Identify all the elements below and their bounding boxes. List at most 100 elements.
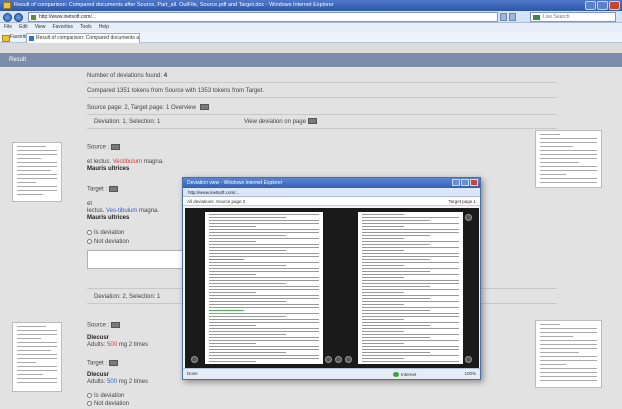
source-target-text: Source page: 2, Target page: 1 Overview	[87, 105, 196, 111]
popup-window-controls	[452, 179, 478, 186]
source-thumbnail[interactable]	[12, 142, 62, 202]
target-view-icon-2[interactable]	[109, 360, 119, 366]
address-field[interactable]: http://www.inetsoft.com/...	[28, 12, 498, 22]
view-deviation-label: View deviation on page	[244, 119, 306, 125]
zoom-out-icon[interactable]	[191, 356, 198, 363]
menu-edit[interactable]: Edit	[19, 23, 28, 32]
page-view-icon[interactable]	[307, 118, 317, 125]
popup-minimize-button[interactable]	[452, 179, 460, 186]
source-highlight: Vestibulum	[112, 159, 143, 165]
target-thumbnail[interactable]	[535, 130, 602, 188]
is-deviation-radio[interactable]	[87, 230, 92, 235]
source-label: Source :	[87, 144, 110, 151]
source-label-row-2: Source :	[87, 322, 121, 330]
source-label-2: Source :	[87, 322, 110, 329]
address-text: http://www.inetsoft.com/...	[39, 14, 96, 20]
zoom-in-icon[interactable]	[465, 356, 472, 363]
popup-status-bar: Done Internet 100%	[183, 368, 480, 379]
not-deviation-option[interactable]: Not deviation	[87, 239, 129, 246]
popup-close-button[interactable]	[470, 179, 478, 186]
favorites-bar: Favorites Result of comparison: Compared…	[0, 32, 622, 43]
popup-header-left: All deviations: Source page 2	[187, 199, 246, 204]
search-input[interactable]: Live Search	[530, 12, 616, 22]
source-bold-text-2: Dlecusr	[87, 335, 110, 341]
popup-title: Deviation view - Windows Internet Explor…	[187, 180, 283, 186]
target-bold-text: Mauris ultrices	[87, 215, 130, 221]
popup-maximize-button[interactable]	[461, 179, 469, 186]
not-deviation-radio[interactable]	[87, 239, 92, 244]
target-view-icon[interactable]	[109, 186, 119, 192]
not-deviation-option-2[interactable]: Not deviation	[87, 401, 129, 408]
is-deviation-radio-2[interactable]	[87, 393, 92, 398]
view-deviation-link[interactable]: View deviation on page	[244, 116, 317, 128]
close-button[interactable]	[609, 1, 620, 10]
menu-tools[interactable]: Tools	[80, 23, 92, 32]
target-label-2: Target :	[87, 360, 108, 367]
address-tools	[500, 13, 516, 21]
source-text: et lectus. Vestibulum magna.	[87, 159, 164, 166]
zoom-out-icon[interactable]	[345, 356, 352, 363]
zoom-level[interactable]: 100%	[464, 369, 476, 379]
overview-icon[interactable]	[199, 104, 209, 111]
source-document-page[interactable]	[205, 212, 323, 364]
target-text-2: Adults: 500 mg 2 times	[87, 379, 148, 386]
popup-header: All deviations: Source page 2 Target pag…	[183, 197, 480, 206]
source-label-row: Source :	[87, 144, 121, 152]
source-text-pre-2: Adults:	[87, 342, 106, 348]
target-text-post-2: mg 2 times	[118, 379, 149, 385]
not-deviation-radio-2[interactable]	[87, 401, 92, 406]
minimize-button[interactable]	[585, 1, 596, 10]
deviations-count-row: Number of deviations found: 4	[87, 70, 557, 83]
popup-address-field[interactable]: http://www.inetsoft.com/...	[183, 188, 480, 197]
target-document-page[interactable]	[358, 212, 463, 364]
target-text-post: magna.	[139, 208, 160, 214]
target-text-pre: lectus.	[87, 208, 105, 214]
zoom-in-icon[interactable]	[325, 356, 332, 363]
source-highlight-2: 500	[107, 342, 118, 348]
target-label: Target :	[87, 186, 108, 193]
close-view-icon[interactable]	[465, 214, 472, 221]
target-line-1: et	[87, 201, 93, 207]
menu-file[interactable]: File	[4, 23, 12, 32]
target-bold-text-2: Dlecusr	[87, 372, 110, 378]
window-controls	[585, 1, 620, 10]
compared-tokens-text: Compared 1351 tokens from Source with 13…	[87, 88, 264, 94]
stop-icon[interactable]	[509, 13, 516, 21]
search-provider-icon	[533, 15, 540, 20]
source-view-icon-2[interactable]	[111, 322, 121, 328]
is-deviation-label-2: Is deviation	[94, 393, 125, 400]
target-thumbnail[interactable]	[535, 320, 602, 388]
browser-tab[interactable]: Result of comparison: Compared documents…	[26, 33, 140, 43]
source-text-post: magna.	[143, 159, 164, 165]
source-text-pre: et lectus.	[87, 159, 112, 165]
refresh-icon[interactable]	[500, 13, 507, 21]
deviation-view-window[interactable]: Deviation view - Windows Internet Explor…	[182, 177, 481, 380]
menu-view[interactable]: View	[35, 23, 46, 32]
fit-page-icon[interactable]	[335, 356, 342, 363]
status-done: Done	[187, 371, 198, 376]
document-viewer	[185, 208, 479, 368]
ie-icon	[3, 2, 11, 9]
target-label-row-2: Target :	[87, 360, 119, 368]
target-highlight: Ves-tibulum	[106, 208, 138, 214]
browser-title-bar: Result of comparison: Compared documents…	[0, 0, 622, 11]
source-text-2: Adults: 500 mg 2 times	[87, 342, 148, 349]
security-zone[interactable]: Internet	[393, 370, 416, 380]
target-text-pre-2: Adults:	[87, 379, 106, 385]
forward-arrow-icon[interactable]	[14, 13, 23, 22]
deviation-1-header: Deviation: 1, Selection: 1 View deviatio…	[87, 116, 557, 129]
source-thumbnail[interactable]	[12, 322, 62, 392]
back-arrow-icon[interactable]	[3, 13, 12, 22]
is-deviation-option-2[interactable]: Is deviation	[87, 393, 124, 400]
menu-help[interactable]: Help	[99, 23, 109, 32]
source-target-row: Source page: 2, Target page: 1 Overview	[87, 102, 557, 115]
menu-favorites[interactable]: Favorites	[52, 23, 73, 32]
source-bold-text: Mauris ultrices	[87, 166, 130, 172]
deviations-found-count: 4	[163, 73, 168, 79]
browser-title: Result of comparison: Compared documents…	[14, 2, 334, 8]
is-deviation-option[interactable]: Is deviation	[87, 230, 124, 237]
popup-title-bar[interactable]: Deviation view - Windows Internet Explor…	[183, 178, 480, 188]
source-view-icon[interactable]	[111, 144, 121, 150]
maximize-button[interactable]	[597, 1, 608, 10]
address-bar-row: http://www.inetsoft.com/... Live Search	[0, 11, 622, 23]
